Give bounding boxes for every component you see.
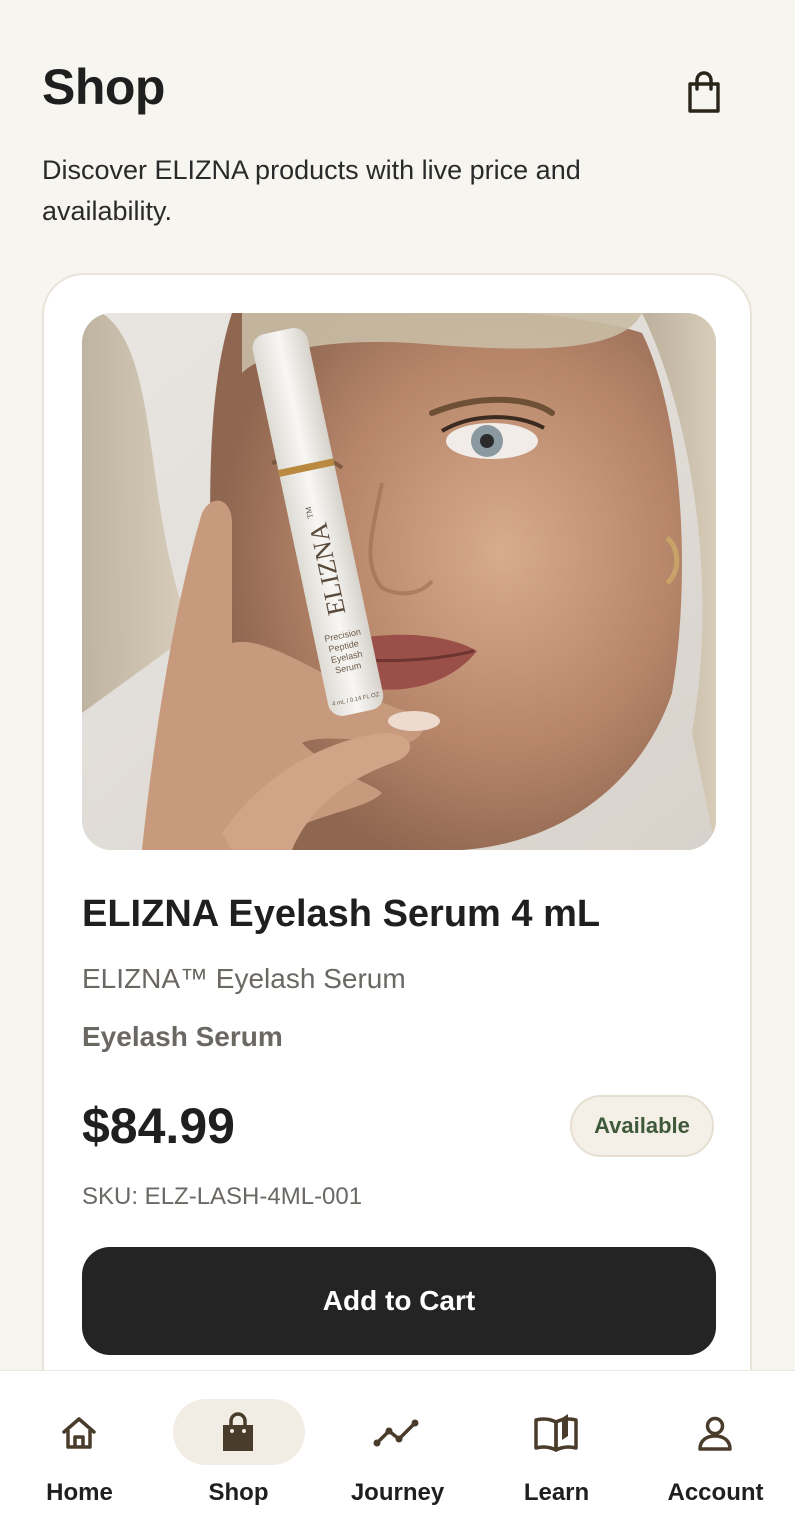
nav-item-learn[interactable]: Learn — [477, 1371, 636, 1537]
shopping-bag-icon — [688, 71, 720, 113]
product-category: Eyelash Serum — [82, 1021, 283, 1052]
nav-item-account[interactable]: Account — [636, 1371, 795, 1537]
nav-label-home: Home — [46, 1479, 113, 1506]
product-price: $84.99 — [82, 1098, 235, 1154]
bottom-nav: Home Shop Journey Learn Account — [0, 1370, 795, 1537]
nav-item-shop[interactable]: Shop — [159, 1371, 318, 1537]
product-sku: SKU: ELZ-LASH-4ML-001 — [82, 1183, 363, 1210]
nav-label-shop: Shop — [208, 1479, 269, 1506]
user-icon — [691, 1409, 739, 1457]
cart-button[interactable] — [682, 70, 726, 116]
nav-label-journey: Journey — [350, 1479, 445, 1506]
home-icon — [55, 1409, 103, 1457]
page-title: Shop — [42, 59, 165, 115]
page-subtitle: Discover ELIZNA products with live price… — [42, 155, 581, 226]
nav-item-home[interactable]: Home — [0, 1371, 159, 1537]
availability-badge: Available — [570, 1095, 714, 1157]
nav-label-learn: Learn — [523, 1479, 590, 1506]
add-to-cart-button[interactable]: Add to Cart — [82, 1247, 716, 1355]
product-image[interactable]: ELIZNA TM Precision Peptide Eyelash Seru… — [82, 313, 716, 850]
shopping-bag-icon — [214, 1409, 262, 1457]
open-book-icon — [532, 1409, 580, 1457]
product-photo: ELIZNA TM Precision Peptide Eyelash Seru… — [82, 313, 716, 850]
nav-item-journey[interactable]: Journey — [318, 1371, 477, 1537]
nav-label-account: Account — [667, 1479, 764, 1506]
product-title: ELIZNA Eyelash Serum 4 mL — [82, 893, 601, 935]
product-card: ELIZNA TM Precision Peptide Eyelash Seru… — [42, 273, 752, 1413]
page-header: Shop — [42, 58, 753, 128]
product-subtitle: ELIZNA™ Eyelash Serum — [82, 963, 406, 994]
trend-line-icon — [373, 1409, 421, 1457]
